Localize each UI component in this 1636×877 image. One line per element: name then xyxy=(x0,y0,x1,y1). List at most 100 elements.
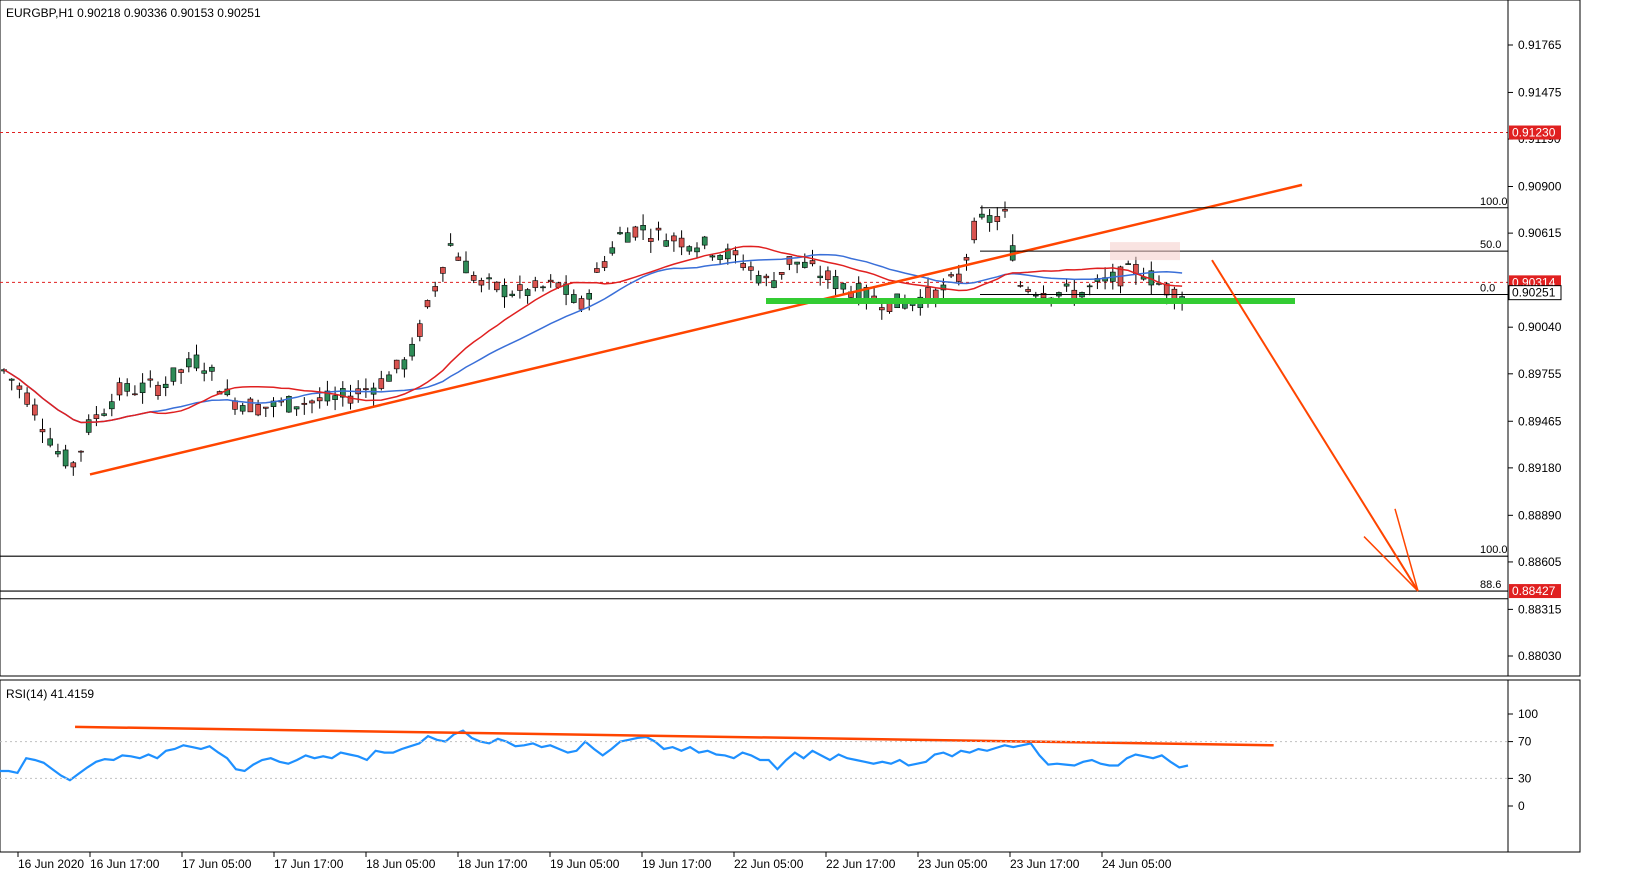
chart-canvas[interactable]: EURGBP,H1 0.90218 0.90336 0.90153 0.9025… xyxy=(0,0,1636,872)
candle-body xyxy=(755,275,762,284)
y-tick-label: 0.91765 xyxy=(1518,38,1562,52)
candle-body xyxy=(694,247,700,253)
y-tick-label: 0.88605 xyxy=(1518,555,1562,569)
candle-body xyxy=(147,378,154,381)
candle-body xyxy=(655,227,662,231)
y-tick-label: 0.89465 xyxy=(1518,414,1562,428)
candle-body xyxy=(501,284,508,298)
candle-body xyxy=(1125,263,1131,265)
candle-body xyxy=(663,240,670,247)
candle-body xyxy=(948,274,954,277)
candle-body xyxy=(116,382,123,396)
x-tick-label: 19 Jun 17:00 xyxy=(642,857,712,871)
trading-chart[interactable]: EURGBP,H1 0.90218 0.90336 0.90153 0.9025… xyxy=(0,0,1636,872)
candle-body xyxy=(1033,294,1039,297)
rsi-tick-label: 100 xyxy=(1518,707,1538,721)
candle-body xyxy=(1086,285,1093,288)
candle-body xyxy=(1017,285,1024,287)
candle-body xyxy=(393,359,400,370)
x-tick-label: 19 Jun 05:00 xyxy=(550,857,620,871)
candle-body xyxy=(979,213,985,218)
x-tick-label: 23 Jun 17:00 xyxy=(1010,857,1080,871)
candle-body xyxy=(624,232,631,243)
candle-body xyxy=(470,275,477,281)
candle-body xyxy=(201,370,207,374)
candle-body xyxy=(825,270,831,281)
price-level-text: 0.91230 xyxy=(1512,126,1556,140)
y-tick-label: 0.88315 xyxy=(1518,602,1562,616)
candle-body xyxy=(671,235,677,242)
y-tick-label: 0.91475 xyxy=(1518,85,1562,99)
candle-body xyxy=(416,323,423,337)
x-tick-label: 16 Jun 2020 xyxy=(18,857,84,871)
candle-body xyxy=(262,406,269,409)
candle-body xyxy=(794,261,800,265)
candle-body xyxy=(709,255,716,258)
candle-body xyxy=(971,220,978,241)
candle-body xyxy=(509,293,516,296)
candle-body xyxy=(386,374,392,382)
candle-body xyxy=(586,292,593,300)
candle-body xyxy=(101,413,107,416)
rsi-tick-label: 30 xyxy=(1518,771,1532,785)
candle-body xyxy=(617,232,623,235)
candle-body xyxy=(601,261,608,268)
x-tick-label: 23 Jun 05:00 xyxy=(918,857,988,871)
candle-body xyxy=(78,450,84,453)
candle-body xyxy=(455,256,462,261)
candle-body xyxy=(47,438,54,446)
candle-body xyxy=(686,246,693,252)
candle-body xyxy=(647,238,654,242)
candle-body xyxy=(139,382,146,394)
candle-body xyxy=(524,289,531,296)
candle-body xyxy=(316,397,323,402)
fib-lower-label: 100.0 xyxy=(1480,544,1508,556)
candle-body xyxy=(540,286,546,289)
candle-body xyxy=(732,250,739,256)
candle-body xyxy=(247,398,254,413)
candle-body xyxy=(447,243,454,246)
candle-body xyxy=(478,280,485,286)
fib-level-label: 100.0 xyxy=(1480,196,1508,208)
candle-body xyxy=(401,359,408,370)
candle-body xyxy=(547,279,554,283)
candle-body xyxy=(594,268,600,273)
candle-body xyxy=(209,366,215,372)
x-tick-label: 16 Jun 17:00 xyxy=(90,857,160,871)
candle-body xyxy=(239,405,246,412)
candle-body xyxy=(155,384,161,396)
candle-body xyxy=(1002,209,1008,212)
candle-body xyxy=(963,257,970,261)
y-tick-label: 0.88890 xyxy=(1518,508,1562,522)
candle-body xyxy=(124,383,130,392)
fib-lower-label: 88.6 xyxy=(1480,579,1501,591)
rsi-tick-label: 0 xyxy=(1518,799,1525,813)
candle-body xyxy=(717,255,723,260)
y-tick-label: 0.90040 xyxy=(1518,320,1562,334)
candle-body xyxy=(1040,292,1047,299)
candle-body xyxy=(109,401,115,410)
candle-body xyxy=(486,277,492,280)
candle-body xyxy=(801,261,808,268)
candle-body xyxy=(55,451,61,455)
candle-body xyxy=(70,462,77,468)
candle-body xyxy=(93,414,100,419)
y-tick-label: 0.90615 xyxy=(1518,226,1562,240)
candle-body xyxy=(748,266,754,271)
candle-body xyxy=(162,383,169,389)
resistance-box xyxy=(1110,242,1180,261)
current-price-text: 0.90251 xyxy=(1512,286,1556,300)
candle-body xyxy=(678,237,685,248)
header-title: EURGBP,H1 0.90218 0.90336 0.90153 0.9025… xyxy=(6,6,261,20)
candle-body xyxy=(771,280,777,288)
candle-body xyxy=(809,260,816,265)
candle-body xyxy=(255,404,261,416)
candle-body xyxy=(432,286,439,292)
candle-body xyxy=(532,280,539,288)
candle-body xyxy=(178,369,184,373)
candle-body xyxy=(31,404,38,416)
x-tick-label: 22 Jun 17:00 xyxy=(826,857,896,871)
candle-body xyxy=(632,226,639,238)
y-tick-label: 0.89180 xyxy=(1518,461,1562,475)
candle-body xyxy=(955,273,962,282)
